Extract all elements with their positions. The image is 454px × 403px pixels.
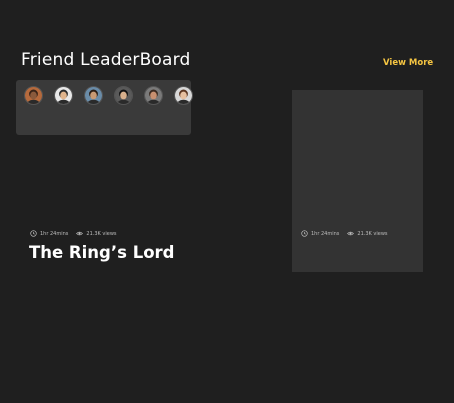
views-text: 21.3K views [357, 230, 388, 237]
featured-movie-title[interactable]: The Ring’s Lord [29, 243, 175, 262]
avatar-photo [145, 87, 162, 104]
views-info: 21.3K views [76, 230, 117, 237]
friends-panel [16, 80, 193, 135]
friends-avatar-list [24, 86, 204, 105]
eye-icon [76, 231, 84, 236]
featured-meta: 1hr 24mins 21.3K views [30, 230, 125, 237]
duration-text: 1hr 24mins [40, 230, 69, 237]
movie-card[interactable] [292, 90, 423, 272]
duration-info: 1hr 24mins [301, 230, 339, 237]
side-card-meta: 1hr 24mins 21.3K views [301, 230, 396, 237]
friend-avatar[interactable] [84, 86, 103, 105]
avatar-photo [25, 87, 42, 104]
views-info: 21.3K views [347, 230, 388, 237]
page-title: Friend LeaderBoard [21, 50, 191, 70]
avatar-photo [55, 87, 72, 104]
friend-avatar[interactable] [144, 86, 163, 105]
friend-avatar[interactable] [24, 86, 43, 105]
avatar-photo [175, 87, 192, 104]
eye-icon [347, 231, 355, 236]
clock-icon [301, 230, 308, 237]
friend-avatar[interactable] [174, 86, 193, 105]
friend-avatar[interactable] [54, 86, 73, 105]
view-more-link[interactable]: View More [383, 58, 433, 68]
avatar-photo [85, 87, 102, 104]
friend-leaderboard-page: Friend LeaderBoard View More 1hr 24mins … [0, 0, 454, 403]
friend-avatar[interactable] [114, 86, 133, 105]
avatar-photo [115, 87, 132, 104]
views-text: 21.3K views [86, 230, 117, 237]
duration-text: 1hr 24mins [311, 230, 340, 237]
duration-info: 1hr 24mins [30, 230, 68, 237]
clock-icon [30, 230, 37, 237]
